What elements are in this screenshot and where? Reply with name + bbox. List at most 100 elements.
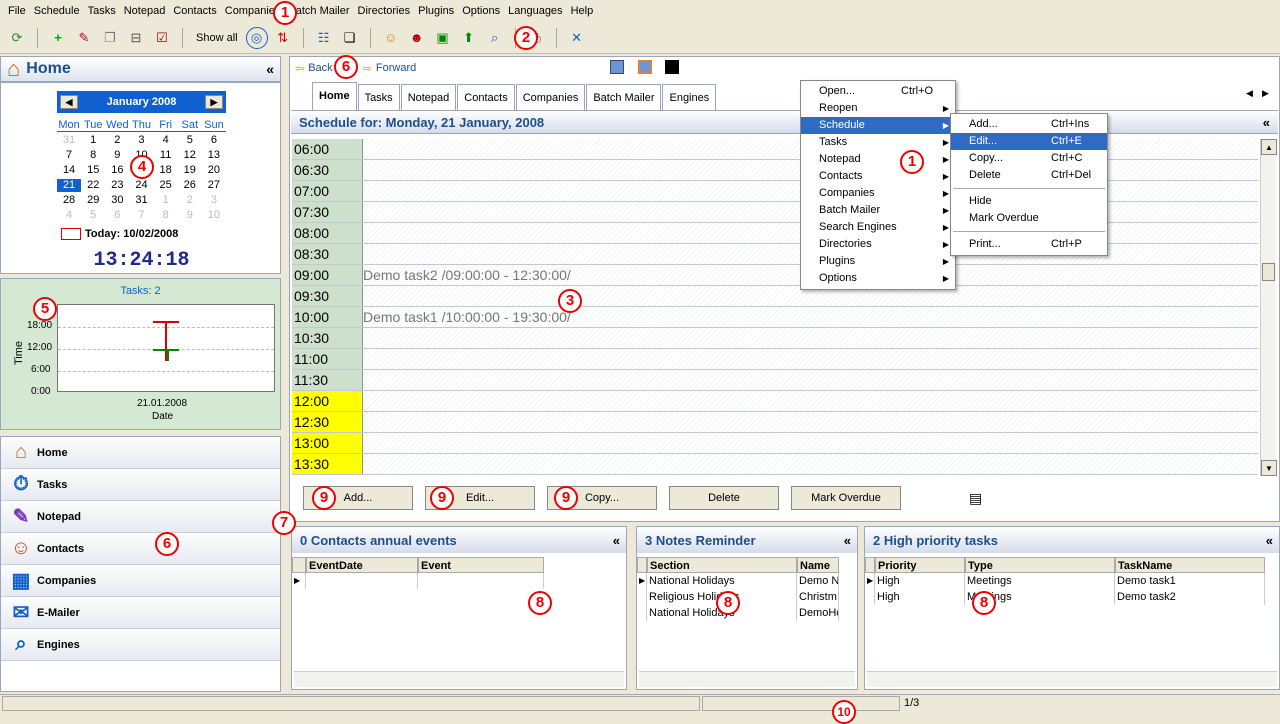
- menu-item[interactable]: Notepad ▶: [801, 151, 955, 168]
- copy-icon[interactable]: ❐: [99, 27, 121, 49]
- add-icon[interactable]: +: [47, 27, 69, 49]
- calendar-day[interactable]: 12: [178, 149, 202, 162]
- calendar-day[interactable]: 7: [129, 209, 153, 222]
- table-row[interactable]: ▶ High Meetings Demo task1: [865, 573, 1279, 589]
- menu-help[interactable]: Help: [567, 0, 598, 22]
- tree-icon[interactable]: ☷: [313, 27, 335, 49]
- col-header[interactable]: Name: [797, 557, 839, 573]
- schedule-slot[interactable]: 12:30: [292, 412, 1258, 433]
- open-icon[interactable]: ⟳: [6, 27, 28, 49]
- calendar-day[interactable]: 1: [154, 194, 178, 207]
- search-icon[interactable]: ⌕: [484, 27, 506, 49]
- collapse-icon[interactable]: «: [613, 533, 620, 548]
- calendar-day[interactable]: 25: [154, 179, 178, 192]
- group-icon[interactable]: ☻: [406, 27, 428, 49]
- col-header[interactable]: Event: [418, 557, 544, 573]
- horizontal-scrollbar[interactable]: [639, 671, 855, 687]
- menu-item[interactable]: Tasks ▶: [801, 134, 955, 151]
- prev-month-button[interactable]: ◀: [60, 95, 78, 109]
- delete-button[interactable]: Delete: [669, 486, 779, 510]
- collapse-icon[interactable]: «: [1263, 115, 1270, 130]
- slot-cell[interactable]: [363, 433, 1258, 453]
- calendar-day[interactable]: 30: [105, 194, 129, 207]
- schedule-slot[interactable]: 07:00: [292, 181, 1258, 202]
- menu-item[interactable]: Plugins ▶: [801, 253, 955, 270]
- horizontal-scrollbar[interactable]: [867, 671, 1277, 687]
- menu-contacts[interactable]: Contacts: [169, 0, 220, 22]
- calendar-day[interactable]: 5: [81, 209, 105, 222]
- schedule-slot[interactable]: 06:30: [292, 160, 1258, 181]
- nav-item-contacts[interactable]: ☺ Contacts: [1, 533, 280, 565]
- calendar-day[interactable]: 9: [178, 209, 202, 222]
- menu-item[interactable]: Directories ▶: [801, 236, 955, 253]
- export-icon[interactable]: ▣: [432, 27, 454, 49]
- menu-item[interactable]: Schedule ▶: [801, 117, 955, 134]
- calendar-day[interactable]: 8: [154, 209, 178, 222]
- forward-button[interactable]: Forward: [376, 62, 416, 74]
- table-row[interactable]: ▶: [292, 573, 626, 589]
- scroll-down-icon[interactable]: ▼: [1261, 460, 1277, 476]
- schedule-scrollbar[interactable]: ▲ ▼: [1260, 139, 1277, 476]
- calendar-day[interactable]: 9: [105, 149, 129, 162]
- calendar-day[interactable]: 7: [57, 149, 81, 162]
- menu-tasks[interactable]: Tasks: [84, 0, 120, 22]
- calendar-day[interactable]: 22: [81, 179, 105, 192]
- tab-tasks[interactable]: Tasks: [357, 84, 400, 110]
- calendar-day[interactable]: 16: [105, 164, 129, 177]
- slot-cell[interactable]: [363, 454, 1258, 474]
- schedule-slot[interactable]: 10:30: [292, 328, 1258, 349]
- slot-cell[interactable]: [363, 412, 1258, 432]
- table-row[interactable]: HighMeetingsDemo task2: [865, 589, 1279, 605]
- menu-item[interactable]: Hide: [951, 193, 1107, 210]
- calendar-day[interactable]: 6: [202, 134, 226, 147]
- calendar-day[interactable]: 8: [81, 149, 105, 162]
- calendar-day[interactable]: 31: [57, 134, 81, 147]
- tab-scroll-right-icon[interactable]: ▶: [1262, 88, 1269, 99]
- notes-icon[interactable]: ▤: [969, 490, 982, 507]
- schedule-slot[interactable]: 09:00 Demo task2 /09:00:00 - 12:30:00/: [292, 265, 1258, 286]
- horizontal-scrollbar[interactable]: [294, 671, 624, 687]
- col-header[interactable]: TaskName: [1115, 557, 1265, 573]
- edit-icon[interactable]: ✎: [73, 27, 95, 49]
- table-row[interactable]: National Holidays DemoHo: [637, 605, 857, 621]
- col-header[interactable]: Type: [965, 557, 1115, 573]
- calendar-day[interactable]: 24: [129, 179, 153, 192]
- calendar-day[interactable]: 18: [154, 164, 178, 177]
- menu-directories[interactable]: Directories: [354, 0, 415, 22]
- calendar-day[interactable]: 26: [178, 179, 202, 192]
- calendar-day[interactable]: 4: [57, 209, 81, 222]
- color-swatch-blue[interactable]: [610, 60, 624, 74]
- tab-notepad[interactable]: Notepad: [400, 84, 457, 110]
- menu-item[interactable]: Delete Ctrl+Del: [951, 167, 1107, 184]
- schedule-slot[interactable]: 13:30: [292, 454, 1258, 475]
- menu-item[interactable]: Companies ▶: [801, 185, 955, 202]
- slot-cell[interactable]: [363, 349, 1258, 369]
- calendar-day[interactable]: 2: [178, 194, 202, 207]
- nav-item-notepad[interactable]: ✎ Notepad: [1, 501, 280, 533]
- collapse-icon[interactable]: «: [1266, 533, 1273, 548]
- scroll-up-icon[interactable]: ▲: [1261, 139, 1277, 155]
- calendar-day[interactable]: 31: [129, 194, 153, 207]
- check-icon[interactable]: ☑: [151, 27, 173, 49]
- menu-notepad[interactable]: Notepad: [120, 0, 170, 22]
- delete-icon[interactable]: ⊟: [125, 27, 147, 49]
- menu-item[interactable]: Copy... Ctrl+C: [951, 150, 1107, 167]
- menu-file[interactable]: File: [4, 0, 30, 22]
- menu-item[interactable]: Open... Ctrl+O: [801, 83, 955, 100]
- color-swatch-black[interactable]: [665, 60, 679, 74]
- schedule-slot[interactable]: 10:00 Demo task1 /10:00:00 - 19:30:00/: [292, 307, 1258, 328]
- mark-overdue-button[interactable]: Mark Overdue: [791, 486, 901, 510]
- nav-item-tasks[interactable]: ⏱ Tasks: [1, 469, 280, 501]
- schedule-slot[interactable]: 06:00: [292, 139, 1258, 160]
- slot-cell[interactable]: [363, 370, 1258, 390]
- menu-languages[interactable]: Languages: [504, 0, 566, 22]
- nav-item-engines[interactable]: ⌕ Engines: [1, 629, 280, 661]
- calendar-day[interactable]: 14: [57, 164, 81, 177]
- col-header[interactable]: Section: [647, 557, 797, 573]
- schedule-slot[interactable]: 08:30: [292, 244, 1258, 265]
- calendar-day[interactable]: 29: [81, 194, 105, 207]
- tools-icon[interactable]: ✕: [566, 27, 588, 49]
- slot-cell[interactable]: [363, 391, 1258, 411]
- table-row[interactable]: ▶ National Holidays Demo N: [637, 573, 857, 589]
- slot-cell[interactable]: Demo task1 /10:00:00 - 19:30:00/: [363, 307, 1258, 327]
